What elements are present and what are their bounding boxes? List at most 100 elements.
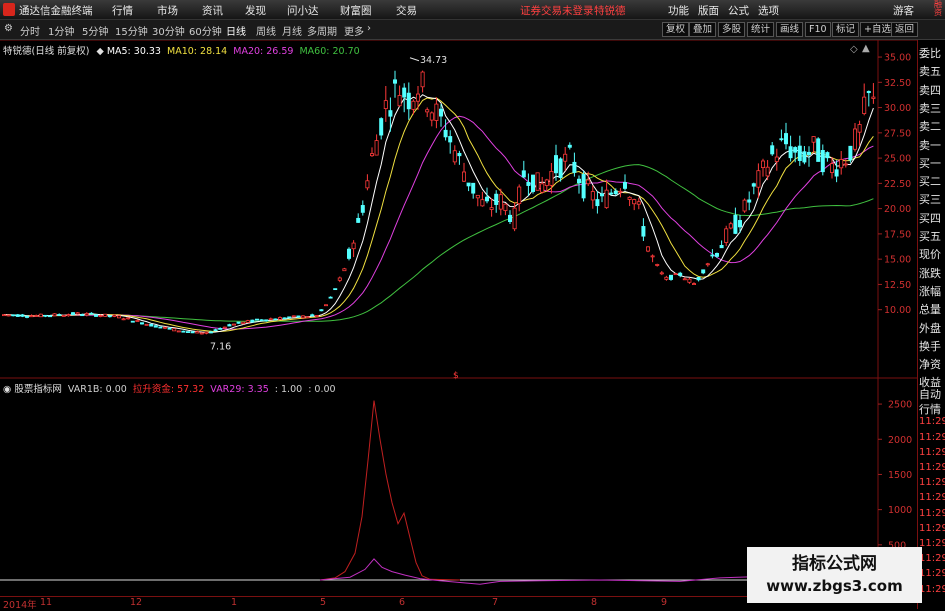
btn-add-watchlist[interactable]: +自选: [860, 22, 895, 37]
period-day[interactable]: 日线: [226, 23, 246, 38]
period-30min[interactable]: 30分钟: [152, 23, 185, 38]
settings-icon[interactable]: ⚙: [4, 23, 13, 34]
btn-stats[interactable]: 统计: [747, 22, 775, 37]
guest-label[interactable]: 游客: [893, 3, 914, 18]
btn-back[interactable]: 返回: [891, 22, 919, 37]
candle-body: [71, 312, 76, 316]
candle-body: [577, 178, 582, 184]
candle-body: [94, 314, 99, 317]
price-tick-label: 15.00: [884, 255, 911, 266]
candle-body: [526, 181, 531, 186]
period-5min[interactable]: 5分钟: [82, 23, 108, 38]
candle-body: [379, 118, 384, 136]
ma-settings-icon[interactable]: ◆: [96, 46, 103, 57]
candle-body: [839, 159, 844, 169]
period-1min[interactable]: 1分钟: [48, 23, 74, 38]
candle-body: [319, 309, 324, 312]
candle-body: [227, 324, 232, 327]
candle-body: [117, 315, 122, 319]
menu-ask[interactable]: 问小达: [287, 3, 319, 18]
candle-body: [273, 318, 278, 321]
tick-time-3: 11:29: [919, 431, 945, 443]
candle-body: [43, 314, 48, 317]
candle-body: [213, 329, 218, 332]
candle-body: [259, 319, 264, 322]
event-marker: $: [453, 371, 459, 381]
candle-body: [673, 273, 678, 276]
candle-body: [268, 318, 273, 321]
period-month[interactable]: 月线: [282, 23, 302, 38]
candle-body: [498, 194, 503, 210]
period-60min[interactable]: 60分钟: [189, 23, 222, 38]
candle-body: [719, 245, 724, 249]
candle-body: [162, 326, 167, 329]
btn-mark[interactable]: 标记: [832, 22, 860, 37]
login-status[interactable]: 证券交易未登录: [520, 3, 594, 18]
tick-time-5: 11:29: [919, 462, 945, 473]
candle-body: [181, 330, 186, 333]
candle-body: [291, 315, 296, 318]
candle-body: [333, 288, 338, 291]
menu-options[interactable]: 选项: [758, 3, 779, 18]
candle-body: [231, 323, 236, 326]
candle-body: [586, 179, 591, 185]
btn-f10[interactable]: F10: [805, 22, 831, 37]
date-label-12: 12: [130, 597, 143, 608]
indicator-settings-icon[interactable]: ◉: [3, 384, 11, 395]
date-label-7: 7: [492, 597, 499, 608]
candle-body: [742, 199, 747, 212]
candle-body: [600, 193, 605, 197]
candle-body: [636, 201, 641, 205]
candle-body: [135, 320, 140, 322]
candle-body: [328, 296, 333, 299]
watermark-banner: 指标公式网 www.zbgs3.com: [747, 547, 922, 603]
menu-layout[interactable]: 版面: [698, 3, 719, 18]
btn-adjust[interactable]: 复权: [662, 22, 690, 37]
kline-chart-area[interactable]: 35.00 32.50 30.00 27.50 25.00 22.50 20.00 17.50…: [0, 40, 917, 596]
collapse-up-icon[interactable]: ▲: [862, 43, 870, 54]
candle-body: [402, 87, 407, 98]
var-label-4: : 1.00: [274, 384, 303, 395]
candle-body: [204, 331, 209, 334]
menu-news[interactable]: 资讯: [202, 3, 223, 18]
candle-body: [172, 328, 177, 332]
btn-draw[interactable]: 画线: [776, 22, 804, 37]
menu-market[interactable]: 市场: [157, 3, 178, 18]
chevron-right-icon[interactable]: ›: [367, 23, 371, 34]
tick-time-7: 11:29: [919, 492, 945, 504]
menu-discover[interactable]: 发现: [245, 3, 266, 18]
lift-funds-line: [319, 400, 461, 581]
period-multi[interactable]: 多周期: [307, 23, 337, 38]
candle-body: [701, 269, 706, 274]
candle-body: [770, 145, 775, 155]
menu-function[interactable]: 功能: [668, 3, 689, 18]
diamond-icon[interactable]: ◇: [850, 44, 858, 55]
candle-body: [66, 314, 71, 317]
candle-body: [84, 312, 89, 316]
period-tick[interactable]: 分时: [20, 23, 40, 38]
menu-formula[interactable]: 公式: [728, 3, 749, 18]
quote-field-17: 净资: [919, 358, 941, 372]
candle-body: [52, 313, 57, 317]
candle-body: [425, 109, 430, 113]
menu-wealth[interactable]: 财富圈: [340, 3, 372, 18]
menu-quotes[interactable]: 行情: [112, 3, 133, 18]
menu-trade[interactable]: 交易: [396, 3, 417, 18]
candle-body: [466, 182, 471, 187]
candle-body: [834, 169, 839, 177]
period-15min[interactable]: 15分钟: [115, 23, 148, 38]
candle-body: [351, 242, 356, 250]
candle-body: [715, 252, 720, 257]
candle-body: [392, 79, 397, 84]
candle-body: [765, 166, 770, 177]
candle-body: [48, 315, 53, 318]
stock-name: 特锐德: [594, 5, 626, 17]
btn-overlay[interactable]: 叠加: [689, 22, 717, 37]
period-more[interactable]: 更多: [344, 23, 364, 38]
candle-body: [784, 133, 789, 145]
period-week[interactable]: 周线: [256, 23, 276, 38]
candle-body: [383, 100, 388, 109]
candle-body: [153, 325, 158, 328]
btn-multi-stock[interactable]: 多股: [718, 22, 746, 37]
watermark-title: 指标公式网: [792, 554, 877, 574]
